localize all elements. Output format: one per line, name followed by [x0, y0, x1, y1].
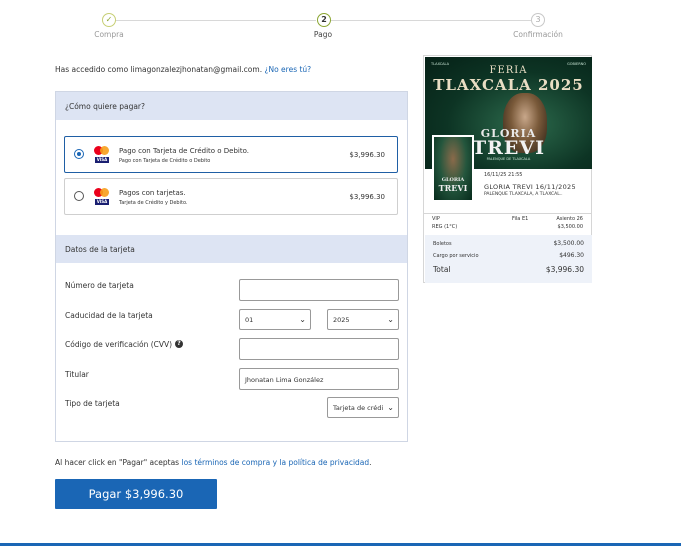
mastercard-visa-icon: VISA — [94, 146, 110, 164]
step-label-confirmacion: Confirmación — [513, 30, 563, 39]
logged-in-prefix: Has accedido como — [55, 65, 131, 74]
tickets-label: Boletos — [433, 241, 452, 247]
step-confirmacion-number: 3 — [531, 13, 545, 27]
expiry-month-select[interactable]: 01 ⌄ — [239, 309, 311, 330]
cvv-input[interactable] — [239, 338, 399, 360]
card-number-input[interactable] — [239, 279, 399, 301]
cardholder-input[interactable]: Jhonatan Lima González — [239, 368, 399, 390]
payment-option-title: Pagos con tarjetas. — [119, 189, 186, 197]
mastercard-visa-icon: VISA — [94, 188, 110, 206]
service-fee-label: Cargo por servicio — [433, 253, 479, 259]
event-name: GLORIA TREVI 16/11/2025 — [484, 183, 576, 191]
help-icon[interactable]: ? — [175, 340, 183, 348]
step-compra-check-icon: ✓ — [102, 13, 116, 27]
terms-prefix: Al hacer click en "Pagar" aceptas — [55, 458, 182, 467]
payment-option-card[interactable]: VISA Pago con Tarjeta de Crédito o Debit… — [64, 136, 398, 173]
logged-in-notice: Has accedido como limagonzalezjhonatan@g… — [55, 65, 311, 74]
checkout-stepper: ✓ 2 3 Compra Pago Confirmación — [0, 0, 681, 48]
payment-panel: ¿Cómo quiere pagar? VISA Pago con Tarjet… — [55, 91, 408, 442]
ticket-zone: REG (1°C) — [432, 224, 458, 230]
cardholder-label: Titular — [65, 370, 89, 379]
expiry-month-value: 01 — [245, 316, 254, 324]
service-fee-value: $496.30 — [559, 252, 584, 259]
cvv-label: Código de verificación (CVV) — [65, 340, 173, 349]
card-type-value: Tarjeta de crédi — [333, 404, 384, 412]
payment-option-cards-radio[interactable] — [74, 191, 84, 201]
event-venue: PALENQUE TLAXCALA, A TLAXCAL.. — [484, 192, 563, 197]
total-label: Total — [433, 265, 451, 274]
terms-notice: Al hacer click en "Pagar" aceptas los té… — [55, 458, 372, 467]
order-totals: Boletos $3,500.00 Cargo por servicio $49… — [425, 235, 592, 283]
ticket-row: Fila E1 — [512, 216, 529, 222]
card-expiry-label: Caducidad de la tarjeta — [65, 311, 153, 320]
thumb-artist-last: TREVI — [438, 183, 468, 193]
tickets-value: $3,500.00 — [553, 240, 584, 247]
card-number-label: Número de tarjeta — [65, 281, 134, 290]
poster-title-line1: FERIA — [489, 65, 528, 76]
divider — [424, 213, 591, 214]
step-connector — [116, 20, 316, 21]
payment-option-amount: $3,996.30 — [349, 151, 385, 159]
not-you-link[interactable]: ¿No eres tú? — [264, 65, 311, 74]
terms-link[interactable]: los términos de compra y la política de … — [181, 458, 369, 467]
step-label-compra: Compra — [94, 30, 124, 39]
account-email: limagonzalezjhonatan@gmail.com — [130, 65, 260, 74]
payment-option-card-radio[interactable] — [74, 149, 84, 159]
card-type-select[interactable]: Tarjeta de crédi ⌄ — [327, 397, 399, 418]
payment-method-heading: ¿Cómo quiere pagar? — [56, 92, 407, 120]
ticket-section: VIP — [432, 216, 440, 222]
chevron-down-icon: ⌄ — [299, 315, 306, 324]
chevron-down-icon: ⌄ — [387, 315, 394, 324]
step-connector — [331, 20, 531, 21]
step-pago-number: 2 — [317, 13, 331, 27]
chevron-down-icon: ⌄ — [387, 403, 394, 412]
payment-option-amount: $3,996.30 — [349, 193, 385, 201]
event-date: 16/11/25 21:55 — [484, 172, 523, 178]
payment-option-title: Pago con Tarjeta de Crédito o Debito. — [119, 147, 249, 155]
poster-title-line2: TLAXCALA 2025 — [433, 76, 584, 94]
card-type-label: Tipo de tarjeta — [65, 399, 120, 408]
ticket-seat: Asiento 26 — [556, 216, 583, 222]
card-data-heading: Datos de la tarjeta — [56, 235, 407, 263]
event-summary-card: TLAXCALA GOBIERNO FERIA TLAXCALA 2025 GL… — [423, 55, 592, 283]
expiry-year-select[interactable]: 2025 ⌄ — [327, 309, 399, 330]
expiry-year-value: 2025 — [333, 316, 350, 324]
step-label-pago: Pago — [313, 30, 333, 39]
ticket-price: $3,500.00 — [557, 224, 583, 230]
pay-button[interactable]: Pagar $3,996.30 — [55, 479, 217, 509]
terms-suffix: . — [369, 458, 372, 467]
payment-option-subtitle: Tarjeta de Crédito y Debito. — [119, 200, 188, 206]
total-value: $3,996.30 — [545, 265, 584, 274]
payment-option-cards[interactable]: VISA Pagos con tarjetas. Tarjeta de Créd… — [64, 178, 398, 215]
payment-option-subtitle: Pago con Tarjeta de Crédito o Debito — [119, 158, 211, 164]
event-thumbnail: GLORIA TREVI — [432, 135, 474, 202]
